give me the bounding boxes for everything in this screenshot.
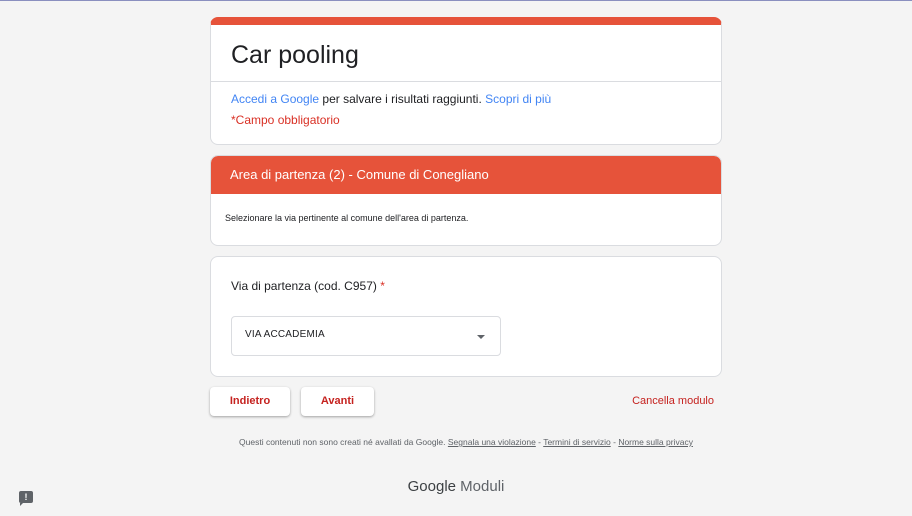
signin-text: per salvare i risultati raggiunti. — [319, 92, 486, 106]
learn-more-link[interactable]: Scopri di più — [485, 92, 551, 106]
question-text: Via di partenza (cod. C957) — [231, 279, 377, 293]
form-container: Car pooling Accedi a Google per salvare … — [210, 17, 722, 417]
section-description: Selezionare la via pertinente al comune … — [225, 213, 469, 223]
disclaimer-text: Questi contenuti non sono creati né aval… — [239, 437, 448, 447]
section-card: Area di partenza (2) - Comune di Conegli… — [210, 155, 722, 246]
footer-disclaimer: Questi contenuti non sono creati né aval… — [222, 437, 710, 448]
street-dropdown[interactable]: VIA ACCADEMIA — [231, 316, 501, 356]
signin-notice: Accedi a Google per salvare i risultati … — [211, 82, 721, 106]
top-border — [0, 0, 912, 1]
next-button[interactable]: Avanti — [301, 387, 374, 416]
question-card: Via di partenza (cod. C957) * VIA ACCADE… — [210, 256, 722, 377]
navigation-row: Indietro Avanti Cancella modulo — [210, 387, 722, 417]
form-title: Car pooling — [231, 41, 359, 69]
required-asterisk: * — [380, 279, 385, 293]
terms-link[interactable]: Termini di servizio — [543, 437, 611, 447]
feedback-glyph: ! — [24, 492, 28, 502]
required-field-note: *Campo obbligatorio — [231, 113, 340, 127]
signin-link[interactable]: Accedi a Google — [231, 92, 319, 106]
feedback-icon[interactable]: ! — [19, 491, 33, 506]
section-header: Area di partenza (2) - Comune di Conegli… — [211, 156, 721, 194]
brand-product: Moduli — [456, 478, 505, 495]
report-abuse-link[interactable]: Segnala una violazione — [448, 437, 536, 447]
brand-google: Google — [407, 478, 456, 495]
dropdown-selected-value: VIA ACCADEMIA — [245, 329, 325, 340]
google-forms-logo[interactable]: Google Moduli — [0, 478, 912, 495]
question-label: Via di partenza (cod. C957) * — [231, 279, 385, 293]
form-header-card: Car pooling Accedi a Google per salvare … — [210, 17, 722, 145]
privacy-link[interactable]: Norme sulla privacy — [618, 437, 693, 447]
chevron-down-icon — [477, 335, 485, 339]
back-button[interactable]: Indietro — [210, 387, 290, 416]
clear-form-button[interactable]: Cancella modulo — [632, 387, 714, 416]
